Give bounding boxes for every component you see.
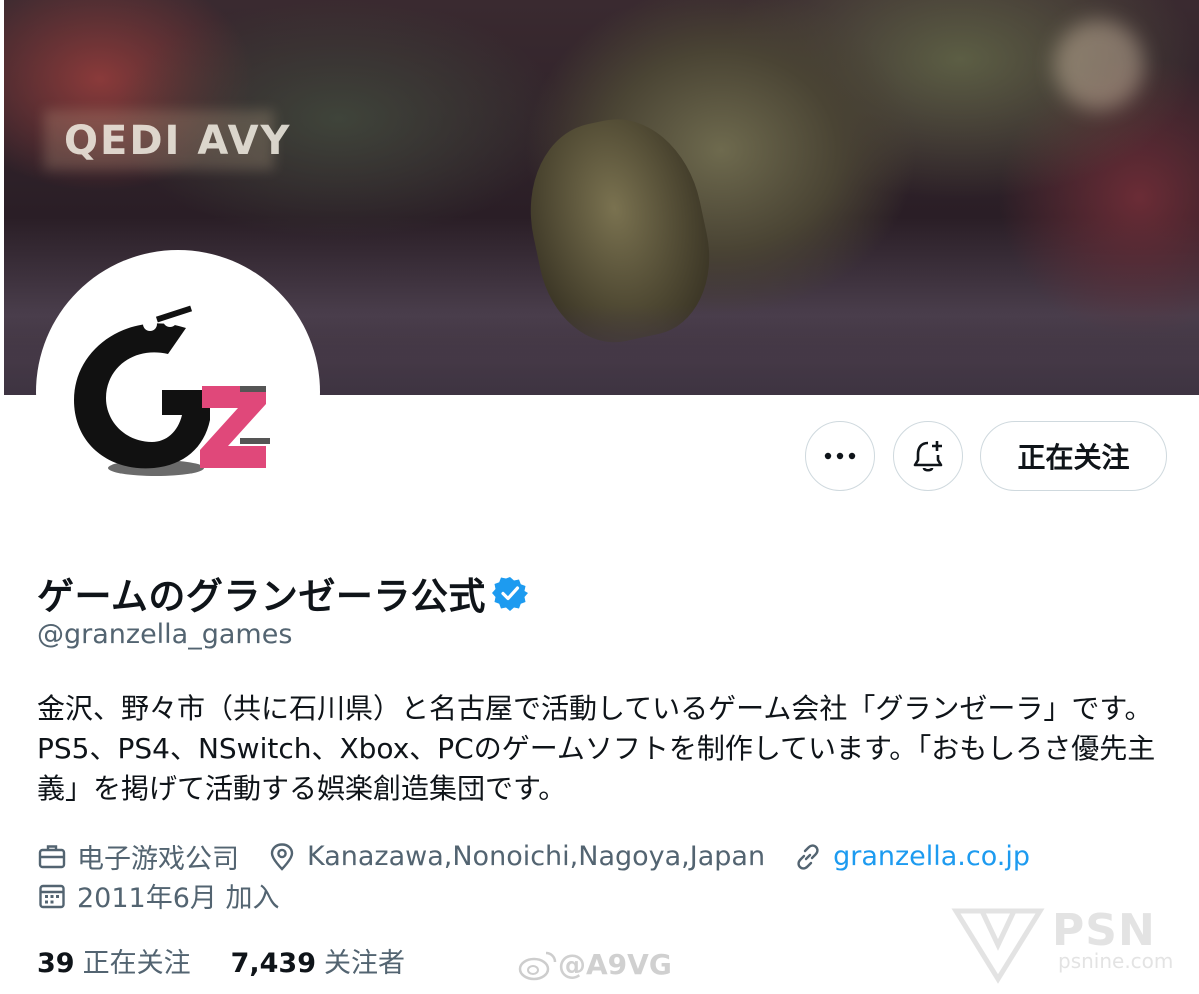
profile-handle: @granzella_games — [37, 619, 293, 650]
profile-bio: 金沢、野々市（共に石川県）と名古屋で活動しているゲーム会社「グランゼーラ」です。… — [37, 692, 1156, 805]
followers-stat[interactable]: 7,439 关注者 — [231, 941, 405, 980]
banner-light — [1054, 20, 1144, 110]
bell-plus-icon — [913, 441, 943, 472]
following-label: 正在关注 — [82, 948, 191, 979]
weibo-logo-icon — [518, 951, 557, 980]
weibo-watermark-text: @A9VG — [558, 948, 672, 981]
joined-text: 2011年6月 加入 — [77, 883, 280, 914]
ellipsis-icon — [824, 452, 856, 460]
briefcase-icon — [38, 844, 66, 868]
psn-watermark: PSN psnine.com — [948, 905, 1188, 985]
granzella-logo-icon — [74, 305, 270, 476]
category-text: 电子游戏公司 — [77, 844, 239, 875]
meta-website[interactable]: granzella.co.jp — [793, 841, 1030, 872]
display-name-row: ゲームのグランゼーラ公式 — [37, 566, 528, 620]
notify-button[interactable] — [893, 421, 963, 491]
website-link[interactable]: granzella.co.jp — [833, 841, 1030, 872]
profile-meta: 电子游戏公司 Kanazawa,Nonoichi,Nagoya,Japan gr… — [37, 837, 1058, 876]
followers-count: 7,439 — [230, 948, 316, 979]
location-pin-icon — [270, 842, 294, 871]
more-button[interactable] — [805, 421, 875, 491]
display-name: ゲームのグランゼーラ公式 — [37, 575, 486, 618]
meta-joined: 2011年6月 加入 — [37, 876, 279, 915]
psn-logo-icon — [951, 908, 1045, 984]
profile-avatar[interactable] — [36, 250, 320, 534]
calendar-icon — [39, 884, 65, 908]
psn-watermark-sub: psnine.com — [1058, 949, 1174, 973]
following-stat[interactable]: 39 正在关注 — [37, 941, 191, 980]
following-button[interactable]: 正在关注 — [980, 421, 1167, 491]
meta-location: Kanazawa,Nonoichi,Nagoya,Japan — [267, 841, 765, 872]
following-count: 39 — [37, 948, 75, 979]
link-icon — [797, 843, 819, 870]
meta-category: 电子游戏公司 — [37, 837, 239, 876]
profile-join-date: 2011年6月 加入 — [37, 876, 307, 915]
follow-stats: 39 正在关注 7,439 关注者 — [37, 941, 445, 980]
verified-badge-icon[interactable] — [491, 575, 528, 611]
weibo-watermark: @A9VG — [518, 948, 672, 981]
followers-label: 关注者 — [323, 948, 405, 979]
location-text: Kanazawa,Nonoichi,Nagoya,Japan — [307, 841, 766, 872]
banner-shop-sign: QEDI AVY — [64, 118, 292, 164]
